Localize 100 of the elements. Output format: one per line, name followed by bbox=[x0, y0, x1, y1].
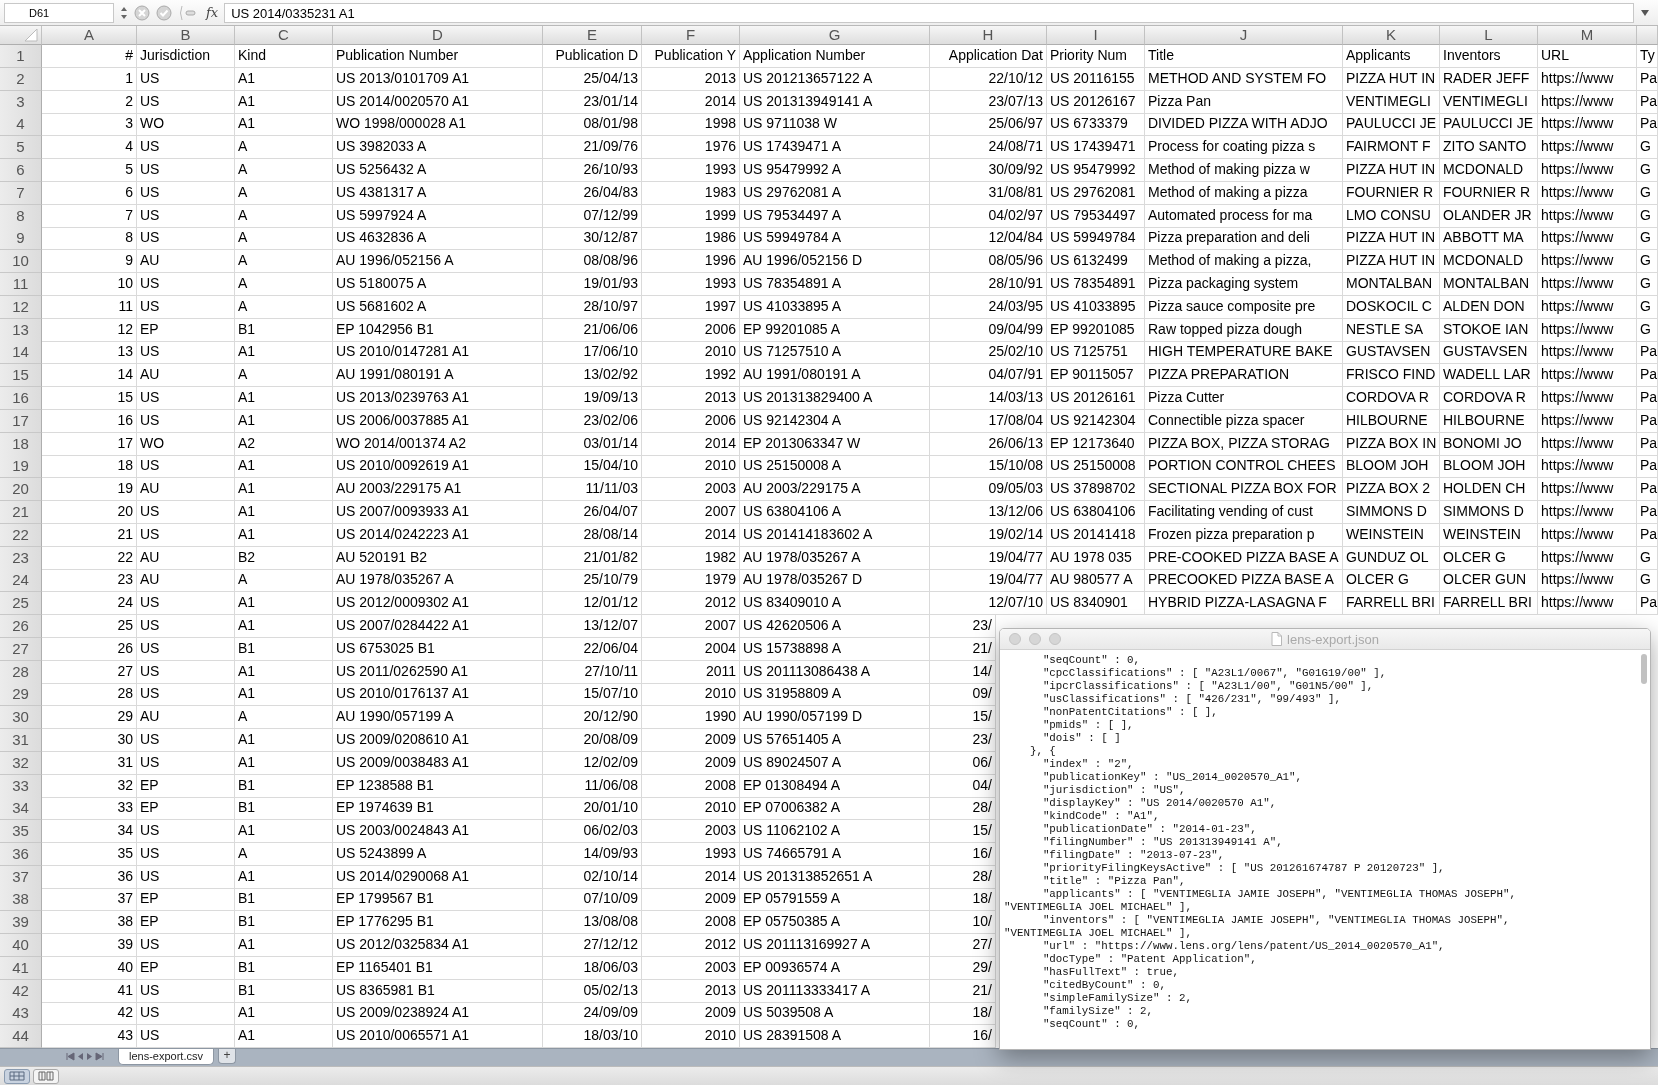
confirm-icon[interactable] bbox=[156, 4, 172, 21]
row-header[interactable]: 28 bbox=[0, 660, 42, 684]
scrollbar-thumb[interactable] bbox=[1641, 654, 1647, 684]
row-header[interactable]: 44 bbox=[0, 1025, 42, 1048]
row-header[interactable]: 18 bbox=[0, 432, 42, 456]
row-header[interactable]: 38 bbox=[0, 888, 42, 912]
row-header[interactable]: 4 bbox=[0, 113, 42, 137]
row-header[interactable]: 10 bbox=[0, 250, 42, 274]
column-header[interactable] bbox=[1637, 26, 1658, 45]
table-cell: 1993 bbox=[642, 272, 740, 296]
row-header[interactable]: 1 bbox=[0, 45, 42, 68]
row-header[interactable]: 23 bbox=[0, 546, 42, 570]
close-button[interactable] bbox=[1009, 633, 1021, 645]
stepper-icon[interactable] bbox=[120, 5, 128, 20]
column-header[interactable]: F bbox=[642, 26, 740, 45]
function-label[interactable]: fx bbox=[206, 5, 219, 20]
row-header[interactable]: 9 bbox=[0, 227, 42, 251]
table-cell: 20/08/09 bbox=[543, 728, 642, 752]
table-cell: 15 bbox=[42, 386, 137, 410]
column-header[interactable]: E bbox=[543, 26, 642, 45]
cancel-icon[interactable] bbox=[134, 4, 150, 21]
column-header[interactable]: K bbox=[1343, 26, 1440, 45]
column-header[interactable]: H bbox=[930, 26, 1047, 45]
table-cell: 2009 bbox=[642, 728, 740, 752]
row-header[interactable]: 24 bbox=[0, 569, 42, 593]
table-cell: PAULUCCI JE bbox=[1343, 113, 1440, 137]
row-header[interactable]: 26 bbox=[0, 614, 42, 638]
row-header[interactable]: 15 bbox=[0, 364, 42, 388]
code-line: "index" : "2", bbox=[1041, 758, 1135, 771]
row-header[interactable]: 30 bbox=[0, 706, 42, 730]
table-cell: US 41033895 bbox=[1047, 295, 1145, 319]
row-header[interactable]: 12 bbox=[0, 295, 42, 319]
row-header[interactable]: 42 bbox=[0, 979, 42, 1003]
previous-sheet-icon[interactable] bbox=[77, 1051, 84, 1061]
table-cell: 25/02/10 bbox=[930, 341, 1047, 365]
column-header[interactable]: G bbox=[740, 26, 930, 45]
column-header[interactable]: J bbox=[1145, 26, 1343, 45]
row-header[interactable]: 6 bbox=[0, 159, 42, 182]
formula-field[interactable]: US 2014/0335231 A1 bbox=[224, 2, 1634, 23]
zoom-button[interactable] bbox=[1049, 633, 1061, 645]
row-header[interactable]: 31 bbox=[0, 728, 42, 752]
first-sheet-icon[interactable] bbox=[66, 1051, 75, 1061]
table-cell: A bbox=[235, 364, 333, 388]
row-header[interactable]: 5 bbox=[0, 136, 42, 160]
row-header[interactable]: 16 bbox=[0, 386, 42, 410]
row-header[interactable]: 34 bbox=[0, 797, 42, 821]
row-header[interactable]: 25 bbox=[0, 592, 42, 616]
column-header[interactable]: C bbox=[235, 26, 333, 45]
last-sheet-icon[interactable] bbox=[95, 1051, 104, 1061]
row-header[interactable]: 36 bbox=[0, 842, 42, 866]
row-header[interactable]: 21 bbox=[0, 500, 42, 524]
row-header[interactable]: 29 bbox=[0, 683, 42, 707]
row-header[interactable]: 19 bbox=[0, 455, 42, 479]
page-layout-view-button[interactable] bbox=[33, 1068, 59, 1084]
row-header[interactable]: 17 bbox=[0, 409, 42, 433]
row-header[interactable]: 27 bbox=[0, 637, 42, 661]
next-sheet-icon[interactable] bbox=[86, 1051, 93, 1061]
table-cell: US 2010/0176137 A1 bbox=[333, 683, 543, 707]
column-header[interactable]: M bbox=[1538, 26, 1637, 45]
row-header[interactable]: 14 bbox=[0, 341, 42, 365]
table-cell: 30/09/92 bbox=[930, 159, 1047, 182]
add-sheet-button[interactable]: + bbox=[218, 1049, 236, 1064]
cell-reference-field[interactable]: D61 bbox=[4, 2, 114, 23]
row-header[interactable]: 41 bbox=[0, 956, 42, 980]
row-header[interactable]: 22 bbox=[0, 523, 42, 547]
row-header[interactable]: 3 bbox=[0, 90, 42, 114]
row-header[interactable]: 8 bbox=[0, 204, 42, 228]
row-header[interactable]: 7 bbox=[0, 181, 42, 205]
table-cell: 12/01/12 bbox=[543, 592, 642, 616]
sheet-tab[interactable]: lens-export.csv bbox=[118, 1049, 214, 1065]
minimize-button[interactable] bbox=[1029, 633, 1041, 645]
table-cell: EP 07006382 A bbox=[740, 797, 930, 821]
expand-icon[interactable] bbox=[1640, 8, 1650, 17]
select-all-button[interactable] bbox=[0, 26, 42, 45]
table-cell: AU 980577 A bbox=[1047, 569, 1145, 593]
column-header[interactable]: L bbox=[1440, 26, 1538, 45]
normal-view-button[interactable] bbox=[4, 1068, 30, 1084]
column-header[interactable]: I bbox=[1047, 26, 1145, 45]
row-header[interactable]: 32 bbox=[0, 751, 42, 775]
table-cell: 2003 bbox=[642, 478, 740, 502]
row-header[interactable]: 43 bbox=[0, 1002, 42, 1026]
table-cell: 2010 bbox=[642, 455, 740, 479]
column-header[interactable]: A bbox=[42, 26, 137, 45]
row-header[interactable]: 11 bbox=[0, 272, 42, 296]
table-cell: US 2010/0092619 A1 bbox=[333, 455, 543, 479]
column-header[interactable]: B bbox=[137, 26, 235, 45]
table-cell: B1 bbox=[235, 911, 333, 935]
row-header[interactable]: 2 bbox=[0, 67, 42, 91]
column-header[interactable]: D bbox=[333, 26, 543, 45]
row-header[interactable]: 39 bbox=[0, 911, 42, 935]
row-header[interactable]: 37 bbox=[0, 865, 42, 889]
row-header[interactable]: 20 bbox=[0, 478, 42, 502]
table-cell: EP 1042956 B1 bbox=[333, 318, 543, 342]
row-header[interactable]: 33 bbox=[0, 774, 42, 798]
table-cell: https://www bbox=[1538, 569, 1637, 593]
row-header[interactable]: 40 bbox=[0, 934, 42, 958]
table-cell: US 41033895 A bbox=[740, 295, 930, 319]
row-header[interactable]: 35 bbox=[0, 820, 42, 844]
table-cell: 22 bbox=[42, 546, 137, 570]
row-header[interactable]: 13 bbox=[0, 318, 42, 342]
